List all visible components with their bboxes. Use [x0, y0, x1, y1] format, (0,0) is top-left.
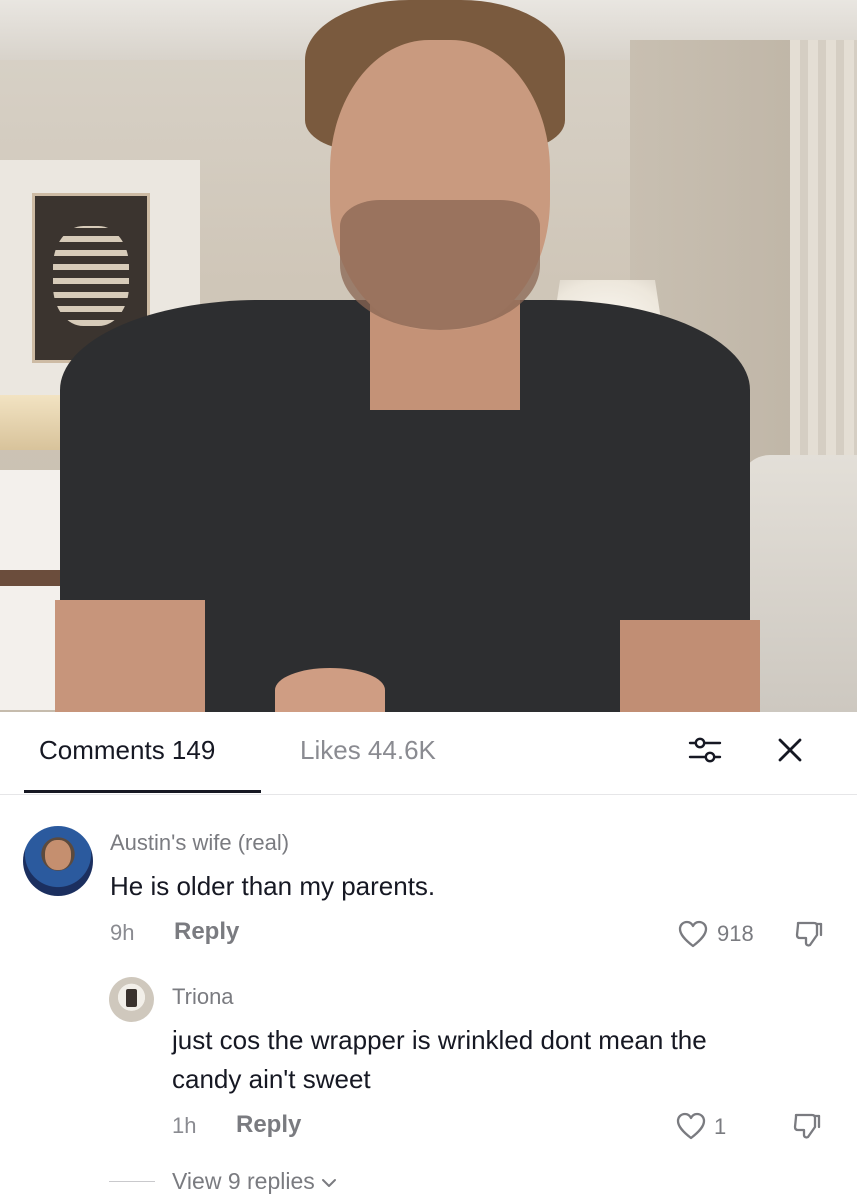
chevron-down-icon	[322, 1178, 337, 1187]
like-button[interactable]	[678, 920, 708, 948]
thumbs-down-icon	[795, 921, 823, 947]
reply-text-line: just cos the wrapper is wrinkled dont me…	[172, 1025, 707, 1055]
comments-tabs: Comments 149 Likes 44.6K	[0, 712, 857, 795]
comment-text: He is older than my parents.	[110, 871, 436, 901]
reply-username[interactable]: Triona	[172, 984, 234, 1010]
filter-button[interactable]	[687, 732, 723, 768]
video-person-arm	[620, 620, 760, 712]
comment-username[interactable]: Austin's wife (real)	[110, 830, 289, 856]
video-player[interactable]	[0, 0, 857, 712]
comments-sheet: Comments 149 Likes 44.6K Austin's wife (…	[0, 712, 857, 1200]
video-person-arm	[55, 600, 205, 712]
like-button[interactable]	[676, 1112, 706, 1140]
avatar[interactable]	[23, 826, 93, 896]
reply-button[interactable]: Reply	[236, 1111, 301, 1139]
thumbs-down-icon	[793, 1113, 821, 1139]
heart-icon	[676, 1112, 706, 1140]
tab-comments[interactable]: Comments 149	[39, 735, 215, 765]
dislike-button[interactable]	[792, 1111, 822, 1141]
comment-time: 9h	[110, 920, 135, 945]
active-tab-indicator	[24, 790, 261, 793]
avatar[interactable]	[109, 977, 154, 1022]
reply-button[interactable]: Reply	[174, 918, 239, 946]
dislike-button[interactable]	[794, 919, 824, 949]
video-person-hand	[275, 668, 385, 712]
like-count: 918	[717, 921, 754, 946]
view-replies-button[interactable]: View 9 replies	[172, 1168, 337, 1195]
sliders-icon	[688, 737, 722, 763]
view-replies-divider	[109, 1181, 155, 1182]
like-count: 1	[714, 1114, 727, 1139]
video-person-beard	[340, 200, 540, 330]
tab-likes[interactable]: Likes 44.6K	[300, 735, 436, 765]
reply-time: 1h	[172, 1113, 197, 1138]
close-icon	[778, 738, 802, 762]
close-button[interactable]	[772, 732, 808, 768]
heart-icon	[678, 920, 708, 948]
reply-text-line: candy ain't sweet	[172, 1064, 371, 1094]
view-replies-label: View 9 replies	[172, 1168, 315, 1194]
